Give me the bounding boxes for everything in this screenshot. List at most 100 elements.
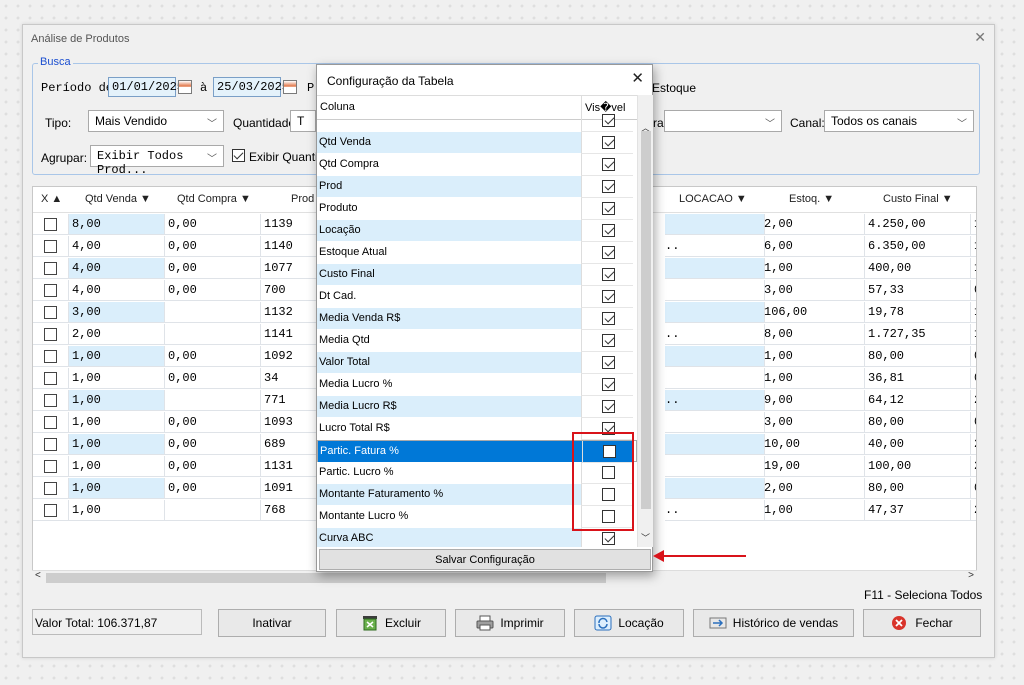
save-config-label: Salvar Configuração [435,553,535,566]
row-checkbox[interactable] [44,482,57,495]
row-checkbox[interactable] [44,504,57,517]
save-config-button[interactable]: Salvar Configuração [319,549,651,570]
dialog-column-row[interactable]: Media Venda R$ [317,308,637,330]
table-cell [665,214,765,235]
visible-checkbox[interactable] [602,114,615,127]
row-checkbox[interactable] [44,262,57,275]
dialog-column-row[interactable]: Estoque Atual [317,242,637,264]
scroll-down-icon[interactable]: ﹀ [641,531,650,544]
dialog-visible-cell [581,198,633,220]
tipo-select[interactable]: Mais Vendido ﹀ [88,110,224,132]
row-select-cell [33,478,69,499]
canal-select[interactable]: Todos os canais ﹀ [824,110,974,132]
dialog-column-row[interactable]: Custo Final [317,264,637,286]
row-checkbox[interactable] [44,328,57,341]
table-cell: 2: [971,456,976,477]
dialog-column-row[interactable]: Prod [317,176,637,198]
row-checkbox[interactable] [44,372,57,385]
visible-checkbox[interactable] [602,378,615,391]
dialog-column-row[interactable]: Valor Total [317,352,637,374]
window-close-button[interactable]: ✕ [974,29,986,46]
locacao-button[interactable]: Locação [574,609,684,637]
dialog-close-button[interactable]: ✕ [631,69,644,87]
dialog-scroll-thumb[interactable] [641,131,651,509]
table-cell [165,324,261,345]
row-checkbox[interactable] [44,416,57,429]
header-qtd-venda[interactable]: Qtd Venda ▼ [85,193,151,205]
visible-checkbox[interactable] [602,202,615,215]
scroll-right-icon[interactable]: > [968,570,974,581]
calendar-to-icon[interactable] [283,80,297,94]
visible-checkbox[interactable] [602,334,615,347]
historico-button[interactable]: Histórico de vendas [693,609,854,637]
dialog-column-row[interactable]: Dt Cad. [317,286,637,308]
table-cell: 106,00 [761,302,865,323]
dialog-column-name: Partic. Fatura % [318,441,582,463]
dialog-column-name: Custo Final [317,264,581,286]
quantidade-select[interactable]: T [290,110,316,132]
visible-checkbox[interactable] [602,224,615,237]
row-checkbox[interactable] [44,460,57,473]
inativar-button[interactable]: Inativar [218,609,326,637]
table-cell: 0,00 [165,280,261,301]
dialog-column-row[interactable]: Locação [317,220,637,242]
exibir-quant-checkbox[interactable] [232,149,245,162]
date-to-input[interactable]: 25/03/2025 [213,77,289,97]
row-checkbox[interactable] [44,240,57,253]
visible-checkbox[interactable] [602,532,615,545]
visible-checkbox[interactable] [602,268,615,281]
date-sep-label: à [200,81,208,95]
dialog-column-row[interactable]: Media Lucro R$ [317,396,637,418]
dialog-column-name: Qtd Compra [317,154,581,176]
visible-checkbox[interactable] [602,136,615,149]
header-x[interactable]: X ▲ [41,193,62,205]
dialog-column-row[interactable] [317,110,637,132]
header-prod[interactable]: Prod [291,193,314,205]
row-select-cell [33,412,69,433]
row-checkbox[interactable] [44,218,57,231]
table-cell: 4,00 [69,258,165,279]
visible-checkbox[interactable] [602,312,615,325]
dialog-column-row[interactable]: Qtd Compra [317,154,637,176]
header-custo-final[interactable]: Custo Final ▼ [883,193,953,205]
visible-checkbox[interactable] [602,180,615,193]
table-cell: 1,00 [69,500,165,521]
visible-checkbox[interactable] [602,356,615,369]
scroll-thumb[interactable] [46,573,606,583]
scroll-left-icon[interactable]: < [35,570,41,581]
dialog-column-row[interactable]: Media Qtd [317,330,637,352]
row-checkbox[interactable] [44,394,57,407]
visible-checkbox[interactable] [602,158,615,171]
dialog-column-row[interactable]: Qtd Venda [317,132,637,154]
header-qtd-compra[interactable]: Qtd Compra ▼ [177,193,251,205]
table-cell: 10,00 [761,434,865,455]
row-checkbox[interactable] [44,350,57,363]
dialog-column-name: Media Lucro % [317,374,581,396]
calendar-from-icon[interactable] [178,80,192,94]
header-estoq[interactable]: Estoq. ▼ [789,193,834,205]
horizontal-scrollbar[interactable]: < > [32,570,977,584]
dialog-column-row[interactable]: Produto [317,198,637,220]
dialog-vertical-scrollbar[interactable]: ︿ ﹀ [637,95,653,547]
row-checkbox[interactable] [44,438,57,451]
table-cell: .. [665,390,765,411]
fechar-button[interactable]: Fechar [863,609,981,637]
excluir-button[interactable]: Excluir [336,609,446,637]
dialog-column-name: Dt Cad. [317,286,581,308]
ra-select[interactable]: ﹀ [664,110,782,132]
dialog-visible-cell [581,132,633,154]
row-checkbox[interactable] [44,284,57,297]
agrupar-select[interactable]: Exibir Todos Prod... ﹀ [90,145,224,177]
imprimir-button[interactable]: Imprimir [455,609,565,637]
header-locacao[interactable]: LOCACAO ▼ [679,193,747,205]
visible-checkbox[interactable] [602,400,615,413]
visible-checkbox[interactable] [602,246,615,259]
printer-icon [476,615,494,631]
table-cell: 1,00 [761,368,865,389]
dialog-column-row[interactable]: Media Lucro % [317,374,637,396]
visible-checkbox[interactable] [602,290,615,303]
table-cell: 57,33 [865,280,971,301]
agrupar-label: Agrupar: [41,151,88,165]
row-checkbox[interactable] [44,306,57,319]
date-from-input[interactable]: 01/01/2025 [108,77,184,97]
